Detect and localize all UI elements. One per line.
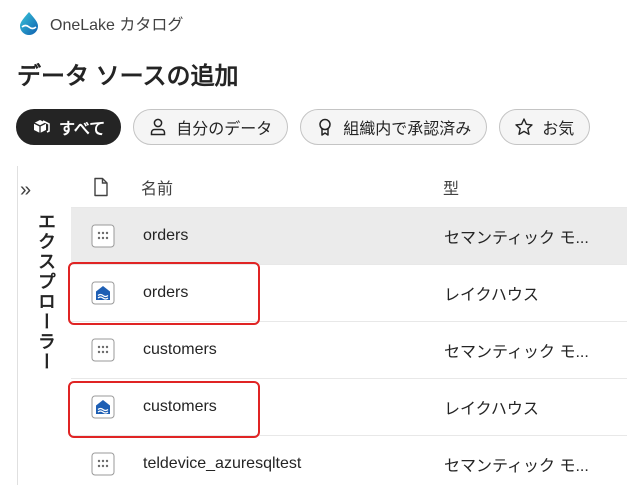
table-header: 名前 型 xyxy=(71,166,627,208)
filter-all-chip[interactable]: すべて xyxy=(16,109,122,145)
filter-favorites-chip[interactable]: お気 xyxy=(499,109,591,145)
app-title: OneLake カタログ xyxy=(50,17,184,34)
table-row[interactable]: teldevice_azuresqltest セマンティック モ... xyxy=(71,436,627,485)
cube-stack-icon xyxy=(31,117,51,137)
filter-endorsed-chip[interactable]: 組織内で承認済み xyxy=(300,109,488,145)
file-icon xyxy=(94,177,108,197)
filter-bar: すべて 自分のデータ 組織内で承認済み お気 xyxy=(16,109,591,145)
onelake-logo-icon xyxy=(20,12,38,35)
filter-all-label: すべて xyxy=(59,121,106,138)
ribbon-icon xyxy=(315,117,335,137)
row-name: teldevice_azuresqltest xyxy=(143,455,302,472)
row-type: レイクハウス xyxy=(444,401,539,418)
filter-my-data-chip[interactable]: 自分のデータ xyxy=(133,109,289,145)
column-header-name[interactable]: 名前 xyxy=(141,175,173,199)
row-type: セマンティック モ... xyxy=(444,230,589,247)
app-header: OneLake カタログ xyxy=(16,10,183,36)
filter-my-data-label: 自分のデータ xyxy=(176,121,273,138)
page-title: データ ソースの追加 xyxy=(17,63,239,90)
filter-favorites-label: お気 xyxy=(542,121,575,138)
row-name: customers xyxy=(143,341,217,358)
row-type: セマンティック モ... xyxy=(444,344,589,361)
explorer-label[interactable]: エクスプローラー xyxy=(33,212,59,372)
highlight-box-lakehouse-customers xyxy=(68,381,260,438)
row-type: セマンティック モ... xyxy=(444,458,589,475)
star-icon xyxy=(514,117,534,137)
semantic-model-icon xyxy=(91,224,115,248)
semantic-model-icon xyxy=(91,338,115,362)
table-row[interactable]: orders セマンティック モ... xyxy=(71,208,627,265)
person-icon xyxy=(148,117,168,137)
column-header-type[interactable]: 型 xyxy=(443,175,459,199)
semantic-model-icon xyxy=(91,452,115,476)
chevron-double-right-icon[interactable]: » xyxy=(20,180,31,200)
highlight-box-lakehouse-orders xyxy=(68,262,260,325)
table-row[interactable]: customers セマンティック モ... xyxy=(71,322,627,379)
filter-endorsed-label: 組織内で承認済み xyxy=(343,121,472,138)
row-name: orders xyxy=(143,227,189,244)
row-type: レイクハウス xyxy=(444,287,539,304)
